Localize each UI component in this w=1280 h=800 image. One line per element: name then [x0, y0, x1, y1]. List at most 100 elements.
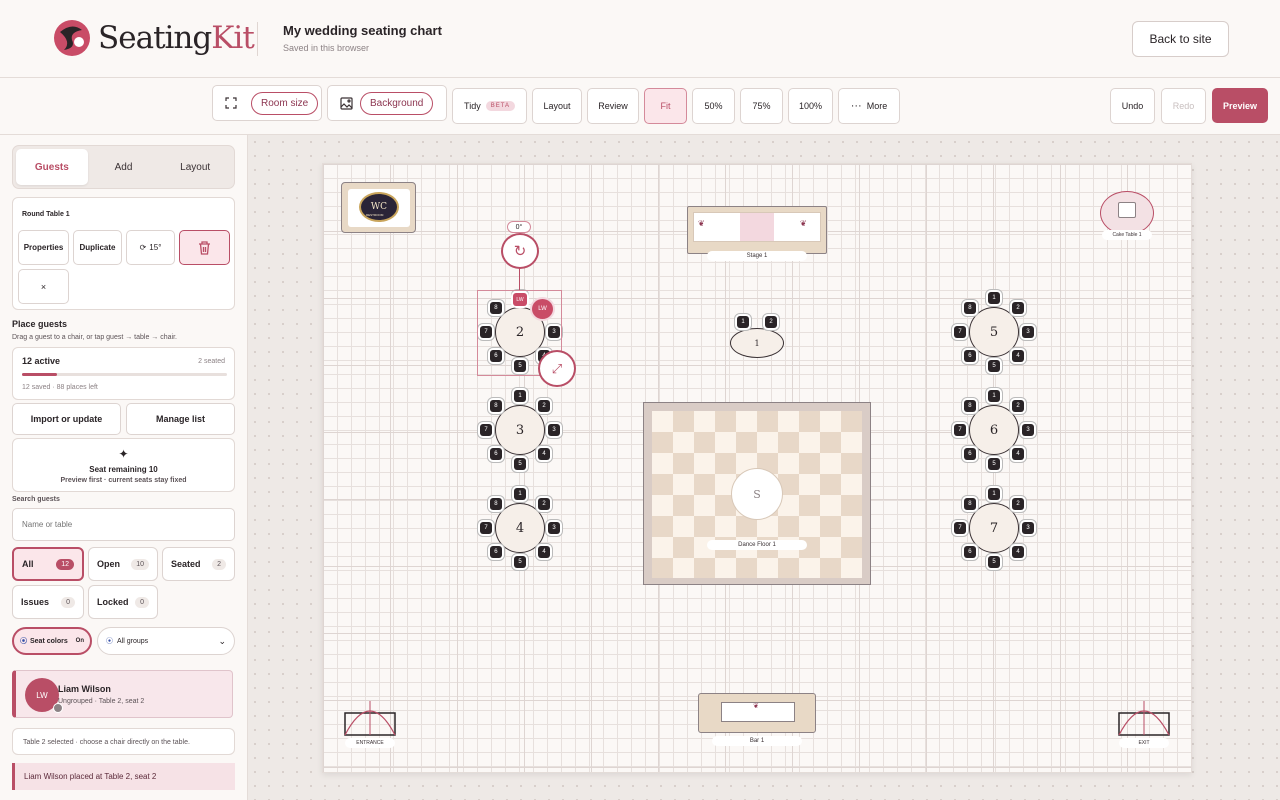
- table-3-seat-6[interactable]: 6: [489, 448, 502, 461]
- seated-guest-chip[interactable]: LW: [513, 293, 527, 306]
- seat-colors-toggle[interactable]: ⦿ Seat colors On: [12, 627, 92, 655]
- table-4-seat-5[interactable]: 5: [514, 556, 526, 568]
- zoom-100-button[interactable]: 100%: [788, 88, 833, 124]
- table-6-seat-7[interactable]: 7: [954, 424, 966, 436]
- entrance-label: ENTRANCE: [345, 738, 395, 748]
- table-5-seat-6[interactable]: 6: [963, 350, 976, 363]
- filter-seated[interactable]: Seated 2: [162, 547, 235, 581]
- table-7-seat-3[interactable]: 3: [1022, 522, 1034, 534]
- table-6-seat-1[interactable]: 1: [988, 390, 1000, 402]
- cake-table[interactable]: [1100, 191, 1154, 235]
- table-3[interactable]: 312345678: [475, 385, 565, 475]
- expand-icon: [225, 97, 237, 109]
- table-3-seat-1[interactable]: 1: [514, 390, 526, 402]
- room-size-button[interactable]: Room size: [212, 85, 322, 121]
- filter-all[interactable]: All 12: [12, 547, 84, 581]
- table-4-seat-7[interactable]: 7: [480, 522, 492, 534]
- guest-row[interactable]: LW Liam Wilson Ungrouped · Table 2, seat…: [12, 670, 233, 718]
- entrance-door-icon[interactable]: [343, 697, 397, 741]
- table-6-number: 6: [969, 405, 1019, 455]
- zoom-fit-button[interactable]: Fit: [644, 88, 687, 124]
- preview-button[interactable]: Preview: [1212, 88, 1268, 123]
- table-4-seat-2[interactable]: 2: [538, 497, 551, 510]
- table-7-seat-4[interactable]: 4: [1012, 546, 1025, 559]
- redo-button[interactable]: Redo: [1161, 88, 1206, 124]
- table-7[interactable]: 712345678: [949, 483, 1039, 573]
- table-7-seat-5[interactable]: 5: [988, 556, 1000, 568]
- table-5-seat-8[interactable]: 8: [963, 301, 976, 314]
- table-1-seat-1[interactable]: 1: [737, 316, 749, 328]
- layout-button[interactable]: Layout: [532, 88, 582, 124]
- table-6[interactable]: 612345678: [949, 385, 1039, 475]
- brand-logo[interactable]: SeatingKit: [52, 18, 255, 58]
- table-3-seat-3[interactable]: 3: [548, 424, 560, 436]
- table-6-seat-8[interactable]: 8: [963, 399, 976, 412]
- close-selection-button[interactable]: ×: [18, 269, 69, 304]
- stage[interactable]: ❦ ❦: [687, 206, 827, 254]
- rotate-handle-icon[interactable]: ↻: [501, 233, 539, 269]
- back-to-site-button[interactable]: Back to site: [1132, 21, 1229, 57]
- table-5[interactable]: 5 12 3 456 7 8: [949, 287, 1039, 377]
- table-3-seat-2[interactable]: 2: [538, 399, 551, 412]
- manage-list-button[interactable]: Manage list: [126, 403, 235, 435]
- table-6-seat-6[interactable]: 6: [963, 448, 976, 461]
- bar-flower-icon: ❦: [753, 703, 759, 710]
- table-1-seat-2[interactable]: 2: [765, 316, 777, 328]
- table-7-seat-1[interactable]: 1: [988, 488, 1000, 500]
- filter-open[interactable]: Open 10: [88, 547, 158, 581]
- undo-button[interactable]: Undo: [1110, 88, 1155, 124]
- exit-door-icon[interactable]: [1117, 697, 1171, 741]
- table-6-seat-3[interactable]: 3: [1022, 424, 1034, 436]
- guest-name: Liam Wilson: [58, 684, 111, 694]
- filter-issues[interactable]: Issues 0: [12, 585, 84, 619]
- table-3-seat-4[interactable]: 4: [538, 448, 551, 461]
- table-5-seat-3[interactable]: 3: [1022, 326, 1034, 338]
- table-4-seat-4[interactable]: 4: [538, 546, 551, 559]
- table-3-seat-5[interactable]: 5: [514, 458, 526, 470]
- rotate-button[interactable]: ⟳ 15°: [126, 230, 175, 265]
- table-7-seat-8[interactable]: 8: [963, 497, 976, 510]
- tidy-button[interactable]: Tidy BETA: [452, 88, 527, 124]
- table-6-seat-2[interactable]: 2: [1012, 399, 1025, 412]
- table-6-seat-5[interactable]: 5: [988, 458, 1000, 470]
- table-5-seat-4[interactable]: 4: [1012, 350, 1025, 363]
- table-5-seat-7[interactable]: 7: [954, 326, 966, 338]
- resize-handle-icon[interactable]: ⤢: [538, 350, 576, 387]
- tab-guests[interactable]: Guests: [16, 149, 88, 185]
- table-7-seat-6[interactable]: 6: [963, 546, 976, 559]
- table-4-seat-1[interactable]: 1: [514, 488, 526, 500]
- table-7-seat-7[interactable]: 7: [954, 522, 966, 534]
- seat-remaining-button[interactable]: ✦ Seat remaining 10 Preview first · curr…: [12, 438, 235, 492]
- zoom-50-button[interactable]: 50%: [692, 88, 735, 124]
- tab-layout[interactable]: Layout: [159, 149, 231, 185]
- review-button[interactable]: Review: [587, 88, 639, 124]
- table-4-seat-3[interactable]: 3: [548, 522, 560, 534]
- table-4-seat-8[interactable]: 8: [489, 497, 502, 510]
- table-5-seat-2[interactable]: 2: [1012, 301, 1025, 314]
- table-5-seat-5[interactable]: 5: [988, 360, 1000, 372]
- guest-badge[interactable]: LW: [530, 297, 555, 321]
- filter-locked[interactable]: Locked 0: [88, 585, 158, 619]
- table-6-seat-4[interactable]: 4: [1012, 448, 1025, 461]
- table-1[interactable]: 1: [730, 328, 784, 358]
- background-button[interactable]: Background: [327, 85, 447, 121]
- duplicate-button[interactable]: Duplicate: [73, 230, 122, 265]
- table-3-seat-8[interactable]: 8: [489, 399, 502, 412]
- table-5-seat-1[interactable]: 1: [988, 292, 1000, 304]
- properties-button[interactable]: Properties: [18, 230, 69, 265]
- place-guests-hint: Drag a guest to a chair, or tap guest → …: [12, 334, 177, 341]
- more-button[interactable]: ··· More: [838, 88, 900, 124]
- table-3-seat-7[interactable]: 7: [480, 424, 492, 436]
- groups-select[interactable]: ⦿ All groups ⌄: [97, 627, 235, 655]
- restroom[interactable]: WC RESTROOM: [341, 182, 416, 233]
- bar[interactable]: ❦: [698, 693, 816, 733]
- table-4[interactable]: 412345678: [475, 483, 565, 573]
- zoom-75-button[interactable]: 75%: [740, 88, 783, 124]
- table-7-seat-2[interactable]: 2: [1012, 497, 1025, 510]
- import-button[interactable]: Import or update: [12, 403, 121, 435]
- delete-button[interactable]: [179, 230, 230, 265]
- tab-add[interactable]: Add: [88, 149, 160, 185]
- search-input[interactable]: [12, 508, 235, 541]
- dance-floor[interactable]: S Dance Floor 1: [643, 402, 871, 585]
- table-4-seat-6[interactable]: 6: [489, 546, 502, 559]
